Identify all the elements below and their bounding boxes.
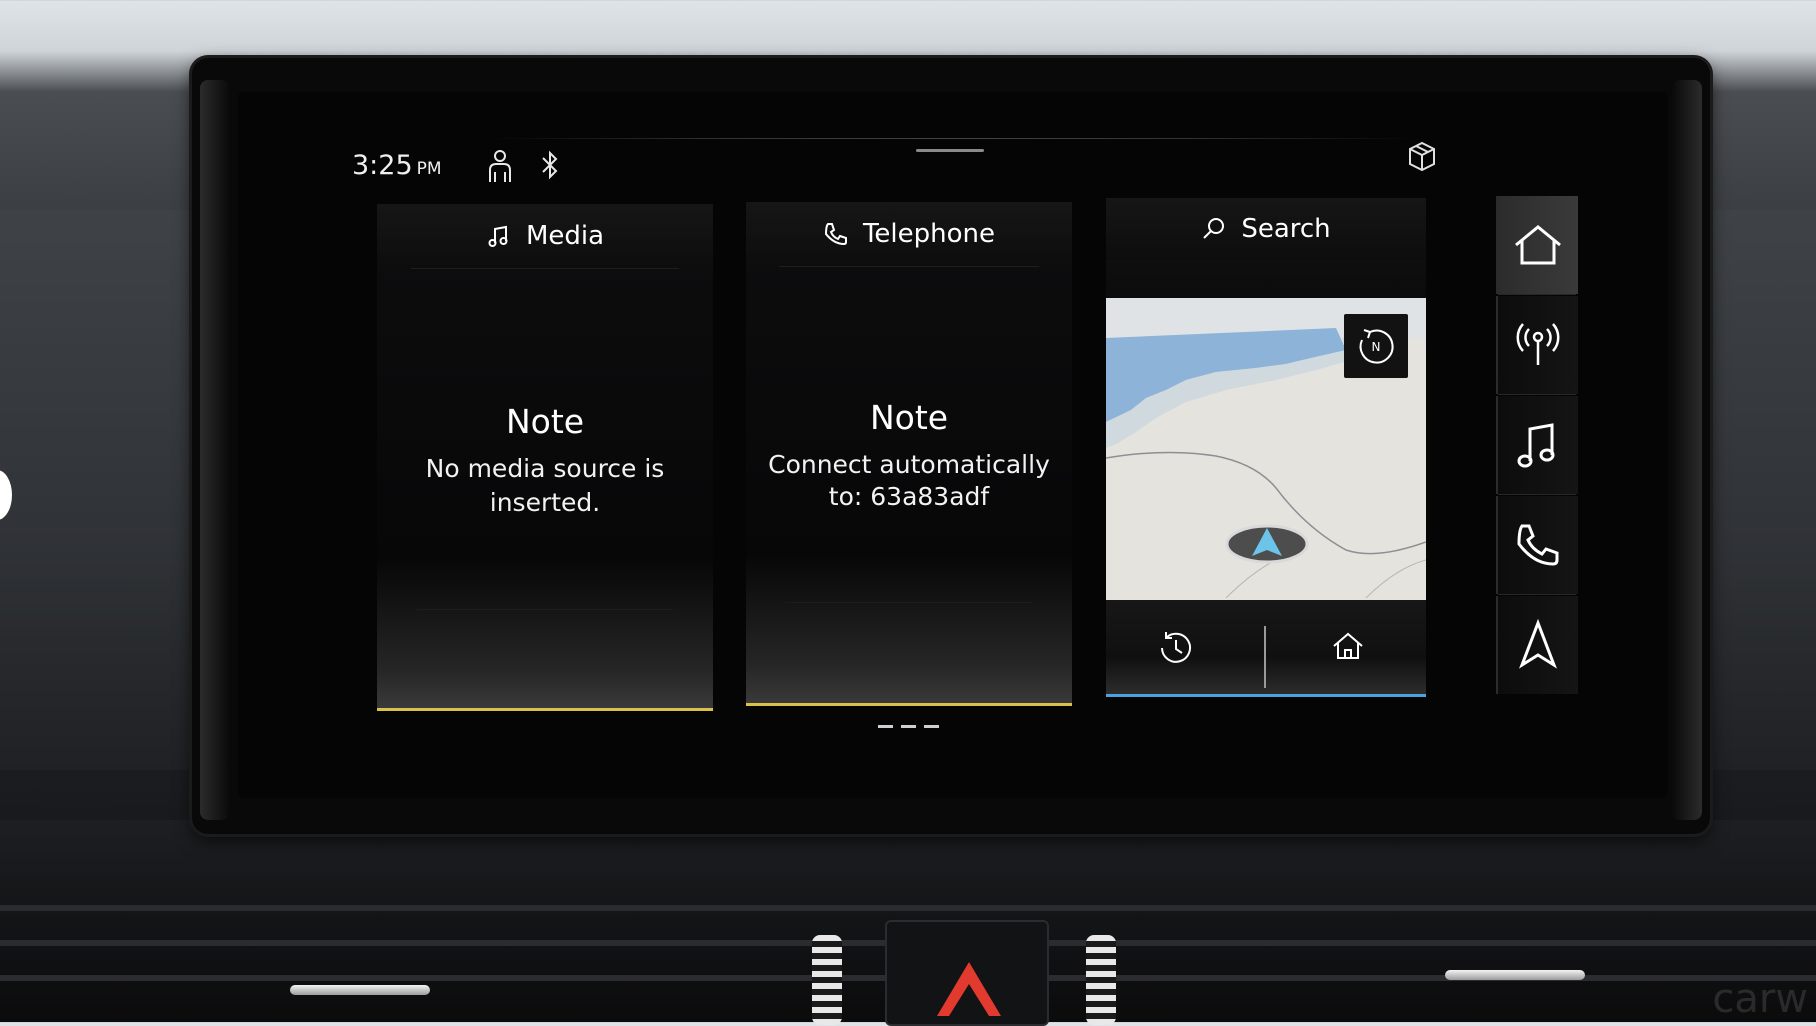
phone-icon <box>1517 524 1559 566</box>
dashboard-left <box>0 210 200 770</box>
media-header-label: Media <box>525 221 605 251</box>
telephone-header[interactable]: Telephone <box>746 202 1072 266</box>
sidebar-item-home[interactable] <box>1496 196 1578 294</box>
telephone-note-line1: Connect automatically <box>768 450 1050 479</box>
home-icon <box>1515 225 1561 265</box>
page-dot <box>924 725 939 728</box>
media-note-title: Note <box>505 402 585 441</box>
vent-slat <box>0 905 1816 911</box>
page-indicator <box>878 713 947 732</box>
clock: 3:25 PM <box>352 150 442 181</box>
page-dot <box>878 725 893 728</box>
navigation-arrow-icon <box>1519 619 1557 669</box>
map-view[interactable]: N <box>1106 298 1426 600</box>
home-icon[interactable] <box>1328 626 1368 666</box>
media-accent-line <box>377 708 713 711</box>
cube-icon[interactable] <box>1406 140 1438 176</box>
status-divider <box>490 138 1420 139</box>
compass-north-icon[interactable]: N <box>1344 314 1408 378</box>
media-note-line1: No media source is <box>425 454 665 483</box>
vent-roller[interactable] <box>1086 935 1116 1025</box>
telephone-tile[interactable]: Telephone Note Connect automatically to:… <box>746 202 1072 706</box>
watermark: carw <box>1712 976 1808 1022</box>
bezel-edge <box>200 80 230 820</box>
telephone-note-title: Note <box>869 398 949 437</box>
bezel-edge <box>1672 80 1702 820</box>
search-header[interactable]: Search <box>1106 198 1426 260</box>
svg-text:N: N <box>1372 340 1381 354</box>
sidebar-item-phone[interactable] <box>1496 496 1578 594</box>
sidebar-item-navigation[interactable] <box>1496 596 1578 694</box>
telephone-note-line2: to: 63a83adf <box>828 482 990 511</box>
history-icon[interactable] <box>1156 628 1196 668</box>
vehicle-position-icon <box>1224 520 1310 564</box>
music-note-icon <box>1517 423 1555 468</box>
telephone-header-label: Telephone <box>862 219 996 249</box>
navigation-accent-line <box>1106 694 1426 697</box>
hazard-button[interactable] <box>885 920 1049 1026</box>
vent-roller[interactable] <box>812 935 842 1025</box>
media-note-line2: inserted. <box>489 488 601 517</box>
pull-down-handle[interactable] <box>916 149 984 152</box>
clock-ampm: PM <box>416 159 442 179</box>
quick-action-divider <box>1264 626 1266 688</box>
search-header-label: Search <box>1241 214 1331 244</box>
radio-antenna-icon <box>1516 323 1560 365</box>
search-icon <box>1203 218 1225 239</box>
media-tile[interactable]: Media Note No media source is inserted. <box>377 204 713 711</box>
page-dot <box>901 725 916 728</box>
bluetooth-icon <box>538 148 570 184</box>
telephone-accent-line <box>746 703 1072 706</box>
music-note-icon <box>488 225 508 247</box>
sidebar-item-music[interactable] <box>1496 396 1578 494</box>
navigation-quick-actions <box>1106 600 1426 696</box>
navigation-tile[interactable]: Search <box>1106 198 1426 298</box>
sidebar-item-radio[interactable] <box>1496 296 1578 394</box>
vent-chrome-trim <box>1445 970 1585 980</box>
media-header[interactable]: Media <box>377 204 713 268</box>
phone-icon <box>824 223 847 246</box>
vent-chrome-trim <box>290 985 430 995</box>
profile-icon[interactable] <box>484 148 516 184</box>
clock-time: 3:25 <box>352 150 413 181</box>
